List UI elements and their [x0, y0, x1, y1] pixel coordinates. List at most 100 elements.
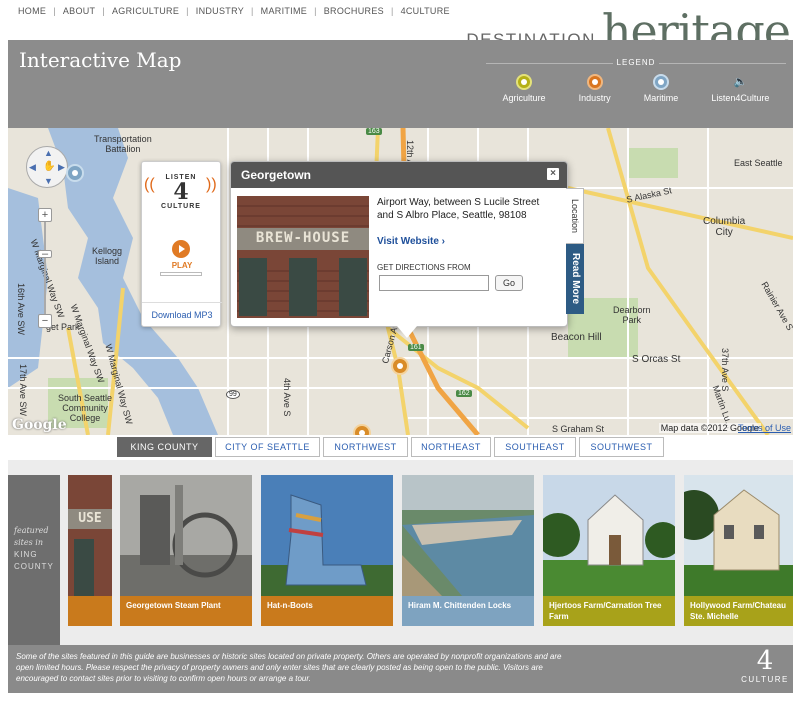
nav-brochures[interactable]: BROCHURES: [324, 6, 384, 16]
site-info-popup: Georgetown × BREW-HOUSE Airport Way, bet…: [230, 161, 568, 338]
card-caption: Georgetown Steam Plant: [120, 596, 252, 626]
tab-location[interactable]: Location: [566, 188, 584, 244]
pan-left-icon[interactable]: ◀: [29, 162, 36, 173]
nav-maritime[interactable]: MARITIME: [261, 6, 307, 16]
zoom-out-button[interactable]: −: [38, 314, 52, 328]
terms-of-use-link[interactable]: Terms of Use: [738, 423, 791, 433]
legend-maritime[interactable]: Maritime: [643, 74, 679, 103]
close-icon[interactable]: ×: [547, 168, 559, 180]
pan-control[interactable]: ▲ ▼ ◀ ▶ ✋: [26, 146, 68, 188]
maritime-icon: [653, 74, 670, 90]
legend-industry[interactable]: Industry: [579, 74, 611, 103]
logo-culture: CULTURE: [161, 203, 201, 210]
site-address: Airport Way, between S Lucile Street and…: [377, 197, 540, 221]
nav-about[interactable]: ABOUT: [63, 6, 96, 16]
agriculture-icon: [516, 74, 533, 90]
legend-agriculture[interactable]: Agriculture: [503, 74, 546, 103]
card-caption: Hjertoos Farm/Carnation Tree Farm: [543, 596, 675, 626]
play-label[interactable]: PLAY: [142, 261, 222, 270]
legend-label: Maritime: [643, 93, 679, 103]
card-caption: Hiram M. Chittenden Locks: [402, 596, 534, 626]
directions-label: GET DIRECTIONS FROM: [377, 263, 471, 272]
map-label-dearborn: Dearborn Park: [613, 305, 651, 325]
featured-label: featured sites in KING COUNTY: [8, 475, 60, 645]
audio-progress-bar[interactable]: [160, 272, 202, 276]
highway-161: 161: [408, 344, 424, 351]
tab-king-county[interactable]: KING COUNTY: [117, 437, 212, 457]
map-label-battalion: Transportation Battalion: [94, 134, 152, 154]
google-logo: Google: [12, 417, 67, 433]
footer-logo-number: 4: [756, 646, 774, 676]
visit-website-link[interactable]: Visit Website ›: [377, 236, 445, 247]
site-photo: BREW-HOUSE: [237, 196, 369, 318]
card-image: [402, 475, 534, 596]
footer-disclaimer: Some of the sites featured in this guide…: [16, 652, 562, 683]
legend-label: Listen4Culture: [711, 93, 770, 103]
featured-card-partial[interactable]: USE: [68, 475, 112, 626]
pan-up-icon[interactable]: ▲: [44, 148, 53, 158]
directions-input[interactable]: [379, 275, 489, 291]
tab-northwest[interactable]: NORTHWEST: [323, 437, 408, 457]
highway-163: 163: [366, 128, 382, 135]
map-marker-industry[interactable]: [353, 424, 371, 435]
zoom-in-button[interactable]: +: [38, 208, 52, 222]
listen4culture-logo: LISTEN 4 CULTURE: [148, 174, 214, 210]
play-button[interactable]: [172, 240, 190, 258]
footer-logo-text: CULTURE: [741, 675, 789, 684]
tab-city-of-seattle[interactable]: CITY OF SEATTLE: [215, 437, 320, 457]
interactive-map[interactable]: Transportation Battalion Kellogg Island …: [8, 128, 793, 435]
legend-listen4culture[interactable]: 🔈 Listen4Culture: [711, 74, 769, 103]
tab-southeast[interactable]: SOUTHEAST: [494, 437, 576, 457]
top-nav: HOME | ABOUT | AGRICULTURE | INDUSTRY | MARI…: [18, 6, 450, 16]
zoom-track[interactable]: [44, 222, 46, 314]
card-image: [120, 475, 252, 596]
nav-agriculture[interactable]: AGRICULTURE: [112, 6, 179, 16]
map-label-kellogg: Kellogg Island: [92, 246, 123, 266]
footer: Some of the sites featured in this guide…: [8, 645, 793, 693]
card-image: USE: [68, 475, 112, 596]
nav-4culture[interactable]: 4CULTURE: [401, 6, 450, 16]
featured-card-steam-plant[interactable]: Georgetown Steam Plant: [120, 475, 252, 626]
map-marker-georgetown[interactable]: [391, 357, 409, 375]
title-bar: Interactive Map LEGEND Agriculture Indus…: [8, 40, 793, 128]
industry-icon: [586, 74, 603, 90]
map-label-east-seattle: East Seattle: [734, 158, 783, 168]
page: HOME | ABOUT | AGRICULTURE | INDUSTRY | MARI…: [0, 0, 800, 701]
legend-title: LEGEND: [612, 58, 660, 67]
featured-card-hjertoos-farm[interactable]: Hjertoos Farm/Carnation Tree Farm: [543, 475, 675, 626]
pan-down-icon[interactable]: ▼: [44, 176, 53, 186]
card-image: [684, 475, 793, 596]
map-marker-maritime[interactable]: [66, 164, 84, 182]
featured-label-region: KING COUNTY: [14, 550, 54, 571]
map-label-37th: 37th Ave S: [720, 348, 730, 392]
pan-right-icon[interactable]: ▶: [58, 162, 65, 173]
nav-home[interactable]: HOME: [18, 6, 46, 16]
featured-card-hat-n-boots[interactable]: Hat-n-Boots: [261, 475, 393, 626]
tab-read-more[interactable]: Read More: [566, 244, 584, 314]
region-tabs: KING COUNTY CITY OF SEATTLE NORTHWEST NO…: [117, 437, 667, 457]
go-button[interactable]: Go: [495, 275, 523, 291]
card-caption: Hat-n-Boots: [261, 596, 393, 626]
popup-title: Georgetown: [231, 162, 567, 188]
featured-card-chittenden-locks[interactable]: Hiram M. Chittenden Locks: [402, 475, 534, 626]
tab-southwest[interactable]: SOUTHWEST: [579, 437, 664, 457]
listen4culture-panel: (( )) LISTEN 4 CULTURE PLAY Download MP3: [141, 161, 222, 327]
map-label-4th: 4th Ave S: [282, 378, 292, 417]
tab-northeast[interactable]: NORTHEAST: [411, 437, 491, 457]
download-mp3-link[interactable]: Download MP3: [142, 302, 222, 326]
hand-icon: ✋: [43, 161, 56, 172]
featured-label-italic: featured sites in: [14, 526, 49, 547]
featured-card-hollywood-farm[interactable]: Hollywood Farm/Chateau Ste. Michelle: [684, 475, 793, 626]
4culture-logo[interactable]: 4 CULTURE: [741, 647, 789, 684]
card-image: [261, 475, 393, 596]
map-label-beacon: Beacon Hill: [551, 332, 602, 343]
zoom-control: + – −: [38, 208, 52, 328]
card-caption: [68, 596, 112, 626]
photo-sign-text: BREW-HOUSE: [255, 230, 351, 246]
page-title: Interactive Map: [19, 48, 182, 72]
legend: LEGEND Agriculture Industry Maritime 🔈 L…: [486, 58, 786, 103]
zoom-slider-handle[interactable]: –: [38, 249, 52, 260]
card-sign-text: USE: [68, 509, 112, 529]
nav-industry[interactable]: INDUSTRY: [196, 6, 244, 16]
map-label-orcas: S Orcas St: [632, 354, 681, 365]
